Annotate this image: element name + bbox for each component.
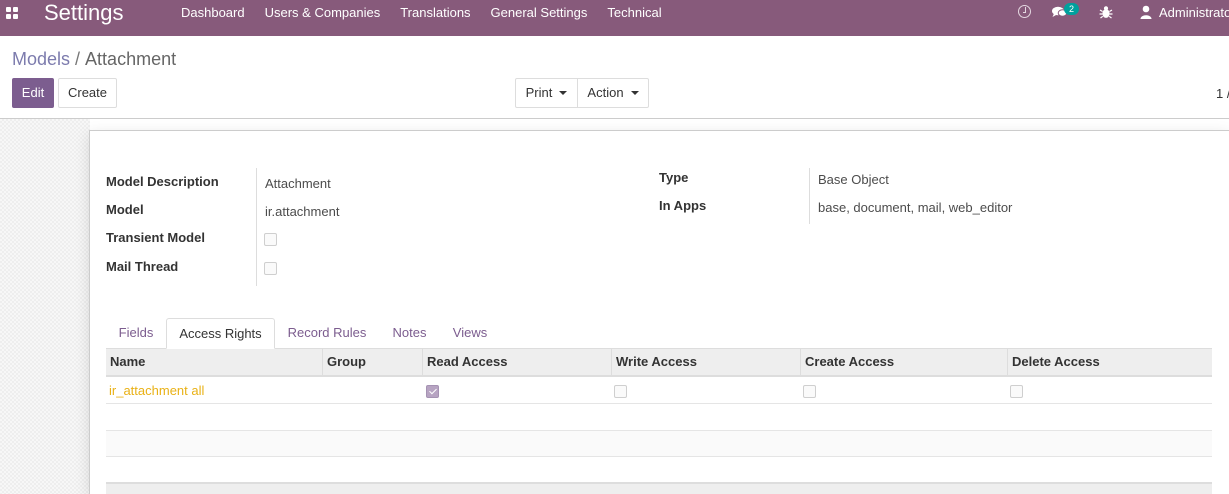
apps-grid-icon[interactable] — [6, 7, 18, 19]
create-button[interactable]: Create — [58, 78, 117, 108]
tab-record-rules[interactable]: Record Rules — [276, 318, 378, 349]
type-label: Type — [659, 170, 689, 185]
column-header-create-access[interactable]: Create Access — [800, 349, 1007, 375]
menu-item-translations[interactable]: Translations — [390, 0, 480, 25]
mail-thread-label: Mail Thread — [106, 259, 179, 274]
main-menu: Dashboard Users & Companies Translations… — [171, 0, 672, 25]
user-menu-name[interactable]: Administrator — [1159, 0, 1229, 25]
breadcrumb-parent-link[interactable]: Models — [12, 49, 70, 69]
model-description-value: Attachment — [265, 176, 331, 191]
menu-item-technical[interactable]: Technical — [597, 0, 671, 25]
activity-clock-icon[interactable] — [1018, 5, 1031, 18]
menu-item-users-companies[interactable]: Users & Companies — [255, 0, 391, 25]
transient-model-label: Transient Model — [106, 230, 205, 245]
menu-item-general-settings[interactable]: General Settings — [481, 0, 598, 25]
control-panel-divider — [0, 118, 1229, 119]
model-description-label: Model Description — [106, 174, 219, 189]
action-dropdown-button[interactable]: Action — [577, 78, 649, 108]
print-caret-icon — [559, 90, 568, 95]
action-label: Action — [587, 85, 624, 100]
app-title: Settings — [44, 0, 124, 25]
right-group-separator — [809, 168, 810, 224]
menu-item-dashboard[interactable]: Dashboard — [171, 0, 255, 25]
debug-bug-icon[interactable] — [1099, 5, 1113, 19]
access-rule-name[interactable]: ir_attachment all — [109, 378, 204, 404]
model-label: Model — [106, 202, 144, 217]
pager-value[interactable]: 1 / 1 — [1216, 86, 1229, 101]
left-group-separator — [256, 168, 257, 286]
in-apps-label: In Apps — [659, 198, 707, 213]
tab-access-rights[interactable]: Access Rights — [166, 318, 275, 349]
read-access-checkbox — [426, 385, 439, 398]
tab-views[interactable]: Views — [440, 318, 500, 349]
mail-thread-checkbox — [264, 262, 277, 275]
column-header-name[interactable]: Name — [106, 349, 322, 375]
type-value: Base Object — [818, 172, 889, 187]
breadcrumb: Models / Attachment — [12, 48, 176, 70]
form-background — [0, 119, 90, 494]
top-navbar: Settings Dashboard Users & Companies Tra… — [0, 0, 1229, 36]
table-row-empty — [106, 405, 1212, 431]
breadcrumb-current: Attachment — [85, 49, 177, 69]
column-header-read-access[interactable]: Read Access — [422, 349, 611, 375]
model-value: ir.attachment — [265, 204, 340, 219]
access-rights-table-footer — [106, 482, 1212, 494]
edit-button[interactable]: Edit — [12, 78, 54, 108]
delete-access-checkbox — [1010, 385, 1023, 398]
column-header-group[interactable]: Group — [322, 349, 422, 375]
column-header-delete-access[interactable]: Delete Access — [1007, 349, 1212, 375]
in-apps-value: base, document, mail, web_editor — [818, 200, 1013, 215]
transient-model-checkbox — [264, 233, 277, 246]
column-header-write-access[interactable]: Write Access — [611, 349, 800, 375]
action-caret-icon — [630, 90, 639, 95]
create-access-checkbox — [803, 385, 816, 398]
table-row[interactable]: ir_attachment all — [106, 378, 1212, 404]
tab-fields[interactable]: Fields — [107, 318, 165, 349]
messages-count-badge: 2 — [1064, 3, 1079, 15]
write-access-checkbox — [614, 385, 627, 398]
table-row-empty — [106, 431, 1212, 457]
access-rights-table-header: Name Group Read Access Write Access Crea… — [106, 349, 1212, 377]
user-avatar-icon[interactable] — [1140, 5, 1152, 19]
breadcrumb-separator: / — [75, 49, 81, 69]
tab-notes[interactable]: Notes — [380, 318, 439, 349]
print-label: Print — [525, 85, 553, 100]
table-row-empty — [106, 457, 1212, 483]
print-dropdown-button[interactable]: Print — [515, 78, 578, 108]
